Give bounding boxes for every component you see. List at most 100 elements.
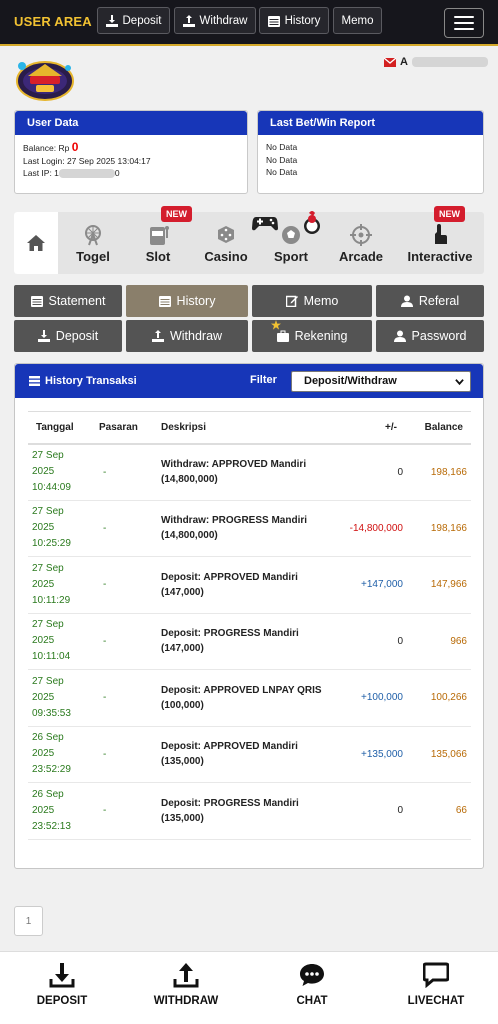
cell-tanggal: 27 Sep 2025 10:11:29 [28, 556, 97, 614]
category-togel[interactable]: Togel [64, 212, 122, 274]
bet-win-report-panel: Last Bet/Win Report No Data No Data No D… [257, 110, 484, 194]
cell-pasaran: - [97, 443, 157, 501]
username: A [400, 56, 408, 68]
table-header-row: Tanggal Pasaran Deskripsi +/- Balance [28, 411, 471, 445]
cell-amount: 0 [337, 443, 407, 501]
new-badge-interactive: NEW [434, 206, 465, 222]
briefcase-icon [276, 330, 289, 342]
cell-deskripsi: Withdraw: APPROVED Mandiri (14,800,000) [157, 443, 337, 501]
cell-balance: 198,166 [407, 500, 471, 557]
table-row: 27 Sep 2025 10:44:09- Withdraw: APPROVED Ma… [28, 443, 471, 501]
referal-button[interactable]: Referal [376, 285, 484, 317]
withdraw-button[interactable]: Withdraw [126, 320, 248, 352]
user-data-title: User Data [15, 111, 247, 135]
category-casino[interactable]: Casino [197, 212, 255, 274]
history-table: Tanggal Pasaran Deskripsi +/- Balance 27… [28, 411, 471, 840]
table-row: 26 Sep 2025 23:52:29- Deposit: APPROVED Man… [28, 726, 471, 783]
brand-title: USER AREA [14, 14, 92, 29]
col-deskripsi: Deskripsi [157, 411, 337, 445]
user-icon [393, 330, 406, 342]
header-deposit-button[interactable]: Deposit [97, 7, 170, 34]
deposit-button[interactable]: Deposit [14, 320, 122, 352]
user-data-panel: User Data Balance: Rp 0 Last Login: 27 S… [14, 110, 248, 194]
last-ip: Last IP: 10 [23, 168, 120, 179]
pagination-page-1[interactable]: 1 [14, 906, 43, 936]
report-line: No Data [266, 167, 298, 177]
rekening-button[interactable]: Rekening [252, 320, 372, 352]
home-tab[interactable] [14, 212, 58, 274]
password-button[interactable]: Password [376, 320, 484, 352]
history-button[interactable]: History [126, 285, 248, 317]
header-memo-button[interactable]: Memo [333, 7, 382, 34]
gamepad-icon [252, 217, 278, 231]
cell-tanggal: 27 Sep 2025 09:35:53 [28, 669, 97, 727]
cell-tanggal: 27 Sep 2025 10:11:04 [28, 613, 97, 670]
filter-label: Filter [250, 374, 277, 386]
cell-amount: -14,800,000 [337, 500, 407, 557]
filter-select[interactable]: Deposit/Withdraw [291, 371, 471, 392]
download-icon [49, 963, 75, 988]
balance-value: 0 [71, 140, 79, 154]
cell-balance: 135,066 [407, 726, 471, 783]
hamburger-menu-button[interactable] [444, 8, 484, 38]
cell-balance: 966 [407, 613, 471, 670]
col-tanggal: Tanggal [28, 411, 97, 445]
cell-tanggal: 27 Sep 2025 10:44:09 [28, 443, 97, 501]
chat-icon [300, 964, 324, 986]
cell-tanggal: 27 Sep 2025 10:25:29 [28, 500, 97, 557]
cell-balance: 198,166 [407, 443, 471, 501]
ferris-wheel-icon [85, 225, 101, 246]
game-category-bar: Togel Slot Casino Sport Arcade Interacti… [14, 212, 484, 274]
cell-deskripsi: Deposit: PROGRESS Mandiri (135,000) [157, 782, 337, 840]
report-title: Last Bet/Win Report [258, 111, 483, 135]
touch-icon [435, 224, 447, 244]
statement-button[interactable]: Statement [14, 285, 122, 317]
header-withdraw-button[interactable]: Withdraw [174, 7, 256, 34]
col-pasaran: Pasaran [97, 411, 157, 445]
user-account-line[interactable]: A [384, 56, 488, 68]
mail-icon [384, 57, 396, 67]
cell-pasaran: - [97, 613, 157, 670]
balance-line: Balance: Rp 0 [23, 140, 79, 154]
report-line: No Data [266, 142, 298, 152]
livechat-icon [423, 962, 449, 988]
cell-amount: +147,000 [337, 556, 407, 614]
header-history-button[interactable]: History [259, 7, 329, 34]
home-icon [27, 235, 45, 251]
cell-pasaran: - [97, 726, 157, 783]
bottom-chat-button[interactable]: CHAT [250, 962, 374, 1007]
ip-redacted [58, 169, 115, 179]
dice-icon [218, 226, 234, 243]
history-card-header: History Transaksi Filter Deposit/Withdra… [15, 364, 483, 398]
cell-balance: 100,266 [407, 669, 471, 727]
cell-pasaran: - [97, 782, 157, 840]
star-icon [271, 320, 281, 330]
site-logo[interactable] [14, 54, 76, 104]
report-line: No Data [266, 154, 298, 165]
edit-icon [285, 295, 298, 307]
cell-deskripsi: Deposit: APPROVED LNPAY QRIS (100,000) [157, 669, 337, 727]
bottom-nav: DEPOSIT WITHDRAW CHAT LIVECHAT [0, 951, 498, 1024]
calendar-icon [158, 296, 171, 307]
calendar-icon [267, 15, 280, 27]
upload-icon [173, 963, 199, 988]
bottom-deposit-button[interactable]: DEPOSIT [0, 962, 124, 1007]
cell-pasaran: - [97, 669, 157, 727]
col-amount: +/- [337, 411, 407, 445]
calendar-icon [30, 296, 43, 307]
cell-balance: 147,966 [407, 556, 471, 614]
cell-amount: 0 [337, 613, 407, 670]
cell-tanggal: 26 Sep 2025 23:52:29 [28, 726, 97, 783]
memo-button[interactable]: Memo [252, 285, 372, 317]
cell-pasaran: - [97, 556, 157, 614]
deposit-icon [37, 330, 50, 342]
table-row: 27 Sep 2025 10:11:29- Deposit: APPROVED Man… [28, 556, 471, 614]
crosshair-icon [350, 224, 372, 246]
bottom-livechat-button[interactable]: LIVECHAT [374, 962, 498, 1007]
cell-deskripsi: Deposit: APPROVED Mandiri (135,000) [157, 726, 337, 783]
col-balance: Balance [407, 411, 471, 445]
bottom-withdraw-button[interactable]: WITHDRAW [124, 962, 248, 1007]
category-arcade[interactable]: Arcade [332, 212, 390, 274]
last-login: Last Login: 27 Sep 2025 13:04:17 [23, 155, 151, 166]
slot-machine-icon [150, 226, 169, 245]
